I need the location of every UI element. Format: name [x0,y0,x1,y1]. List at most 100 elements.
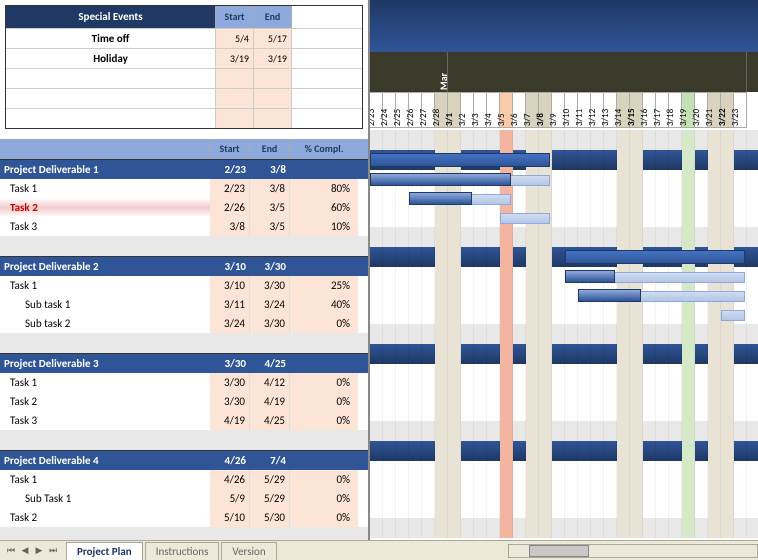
gantt-row [370,247,758,267]
event-end[interactable]: 5/17 [254,29,292,48]
special-event-row[interactable] [6,108,362,128]
task-name[interactable]: Task 3 [0,411,210,430]
tab-next-icon[interactable]: ▶ [32,544,46,558]
task-end[interactable]: 3/30 [250,314,290,333]
task-end[interactable]: 3/8 [250,179,290,198]
event-end[interactable]: 3/19 [254,49,292,68]
task-row[interactable]: Task 1 4/26 5/29 0% [0,470,368,489]
task-row[interactable]: Task 1 3/10 3/30 25% [0,276,368,295]
task-compl[interactable]: 0% [290,489,358,508]
task-row[interactable]: Task 3 4/19 4/25 0% [0,411,368,430]
task-row[interactable]: Task 2 5/10 5/30 0% [0,508,368,527]
event-end[interactable] [254,109,292,128]
event-start[interactable]: 5/4 [216,29,254,48]
tab-instructions[interactable]: Instructions [145,542,220,560]
event-start[interactable]: 3/19 [216,49,254,68]
horizontal-scrollbar[interactable] [508,542,758,560]
task-compl[interactable]: 25% [290,276,358,295]
gantt-row [370,324,758,344]
task-start[interactable]: 3/10 [210,276,250,295]
col-start: Start [210,139,250,159]
task-name[interactable]: Sub task 1 [0,295,210,314]
task-row[interactable]: Sub task 1 3/11 3/24 40% [0,295,368,314]
task-end[interactable]: 3/5 [250,217,290,236]
task-row[interactable]: Task 2 2/26 3/5 60% [0,198,368,217]
task-compl[interactable]: 60% [290,198,358,217]
tab-prev-icon[interactable]: ◀ [18,544,32,558]
task-start[interactable]: 4/19 [210,411,250,430]
task-start[interactable]: 3/24 [210,314,250,333]
task-name[interactable]: Task 2 [0,198,210,217]
tab-project-plan[interactable]: Project Plan [66,542,143,560]
task-name[interactable]: Task 2 [0,508,210,527]
special-event-row[interactable]: Time off 5/4 5/17 [6,28,362,48]
task-start[interactable]: 3/11 [210,295,250,314]
tab-first-icon[interactable]: ⏮ [4,544,18,558]
date-cell[interactable]: 3/23 [734,92,747,128]
task-name[interactable]: Task 2 [0,392,210,411]
task-compl[interactable]: 0% [290,411,358,430]
task-row[interactable]: Task 1 3/30 4/12 0% [0,373,368,392]
task-name[interactable]: Task 1 [0,276,210,295]
task-start[interactable]: 5/10 [210,508,250,527]
event-name[interactable] [6,89,216,108]
task-compl[interactable]: 0% [290,314,358,333]
task-compl[interactable]: 0% [290,373,358,392]
event-name[interactable] [6,109,216,128]
task-end[interactable]: 5/29 [250,489,290,508]
deliverable-header[interactable]: Project Deliverable 44/267/4 [0,450,368,470]
tab-version[interactable]: Version [221,542,276,560]
task-name[interactable]: Sub Task 1 [0,489,210,508]
event-end[interactable] [254,69,292,88]
task-end[interactable]: 4/12 [250,373,290,392]
task-start[interactable]: 2/23 [210,179,250,198]
special-event-row[interactable] [6,68,362,88]
event-name[interactable]: Time off [6,29,216,48]
event-start[interactable] [216,69,254,88]
deliverable-header[interactable]: Project Deliverable 23/103/30 [0,256,368,276]
task-compl[interactable]: 40% [290,295,358,314]
event-start[interactable] [216,109,254,128]
task-start[interactable]: 3/8 [210,217,250,236]
task-compl[interactable]: 80% [290,179,358,198]
task-end[interactable]: 5/30 [250,508,290,527]
task-name[interactable]: Sub task 2 [0,314,210,333]
task-row[interactable]: Task 2 3/30 4/19 0% [0,392,368,411]
task-name[interactable]: Task 1 [0,373,210,392]
task-name[interactable]: Task 1 [0,179,210,198]
gantt-panel[interactable]: FebMar 2/232/242/252/262/272/283/13/23/3… [370,0,758,540]
event-start[interactable] [216,89,254,108]
task-name[interactable]: Task 1 [0,470,210,489]
deliverable-header[interactable]: Project Deliverable 33/304/25 [0,353,368,373]
task-compl[interactable]: 0% [290,392,358,411]
task-compl[interactable]: 0% [290,470,358,489]
task-compl[interactable]: 10% [290,217,358,236]
task-row[interactable]: Sub Task 1 5/9 5/29 0% [0,489,368,508]
task-row[interactable]: Sub task 2 3/24 3/30 0% [0,314,368,333]
task-end[interactable]: 4/25 [250,411,290,430]
task-end[interactable]: 3/24 [250,295,290,314]
task-start[interactable]: 2/26 [210,198,250,217]
task-end[interactable]: 3/5 [250,198,290,217]
task-start[interactable]: 3/30 [210,392,250,411]
task-row[interactable]: Task 3 3/8 3/5 10% [0,217,368,236]
task-compl[interactable]: 0% [290,508,358,527]
deliverable-header[interactable]: Project Deliverable 12/233/8 [0,159,368,179]
event-name[interactable] [6,69,216,88]
task-end[interactable]: 5/29 [250,470,290,489]
task-end[interactable]: 4/19 [250,392,290,411]
task-row[interactable]: Task 1 2/23 3/8 80% [0,179,368,198]
task-name[interactable]: Task 3 [0,217,210,236]
task-start[interactable]: 4/26 [210,470,250,489]
task-end[interactable]: 3/30 [250,276,290,295]
event-end[interactable] [254,89,292,108]
special-event-row[interactable] [6,88,362,108]
task-start[interactable]: 5/9 [210,489,250,508]
gantt-body[interactable] [370,130,758,540]
gantt-row [370,402,758,421]
tab-last-icon[interactable]: ⏭ [46,544,60,558]
special-event-row[interactable]: Holiday 3/19 3/19 [6,48,362,68]
task-start[interactable]: 3/30 [210,373,250,392]
gantt-row [370,305,758,324]
event-name[interactable]: Holiday [6,49,216,68]
